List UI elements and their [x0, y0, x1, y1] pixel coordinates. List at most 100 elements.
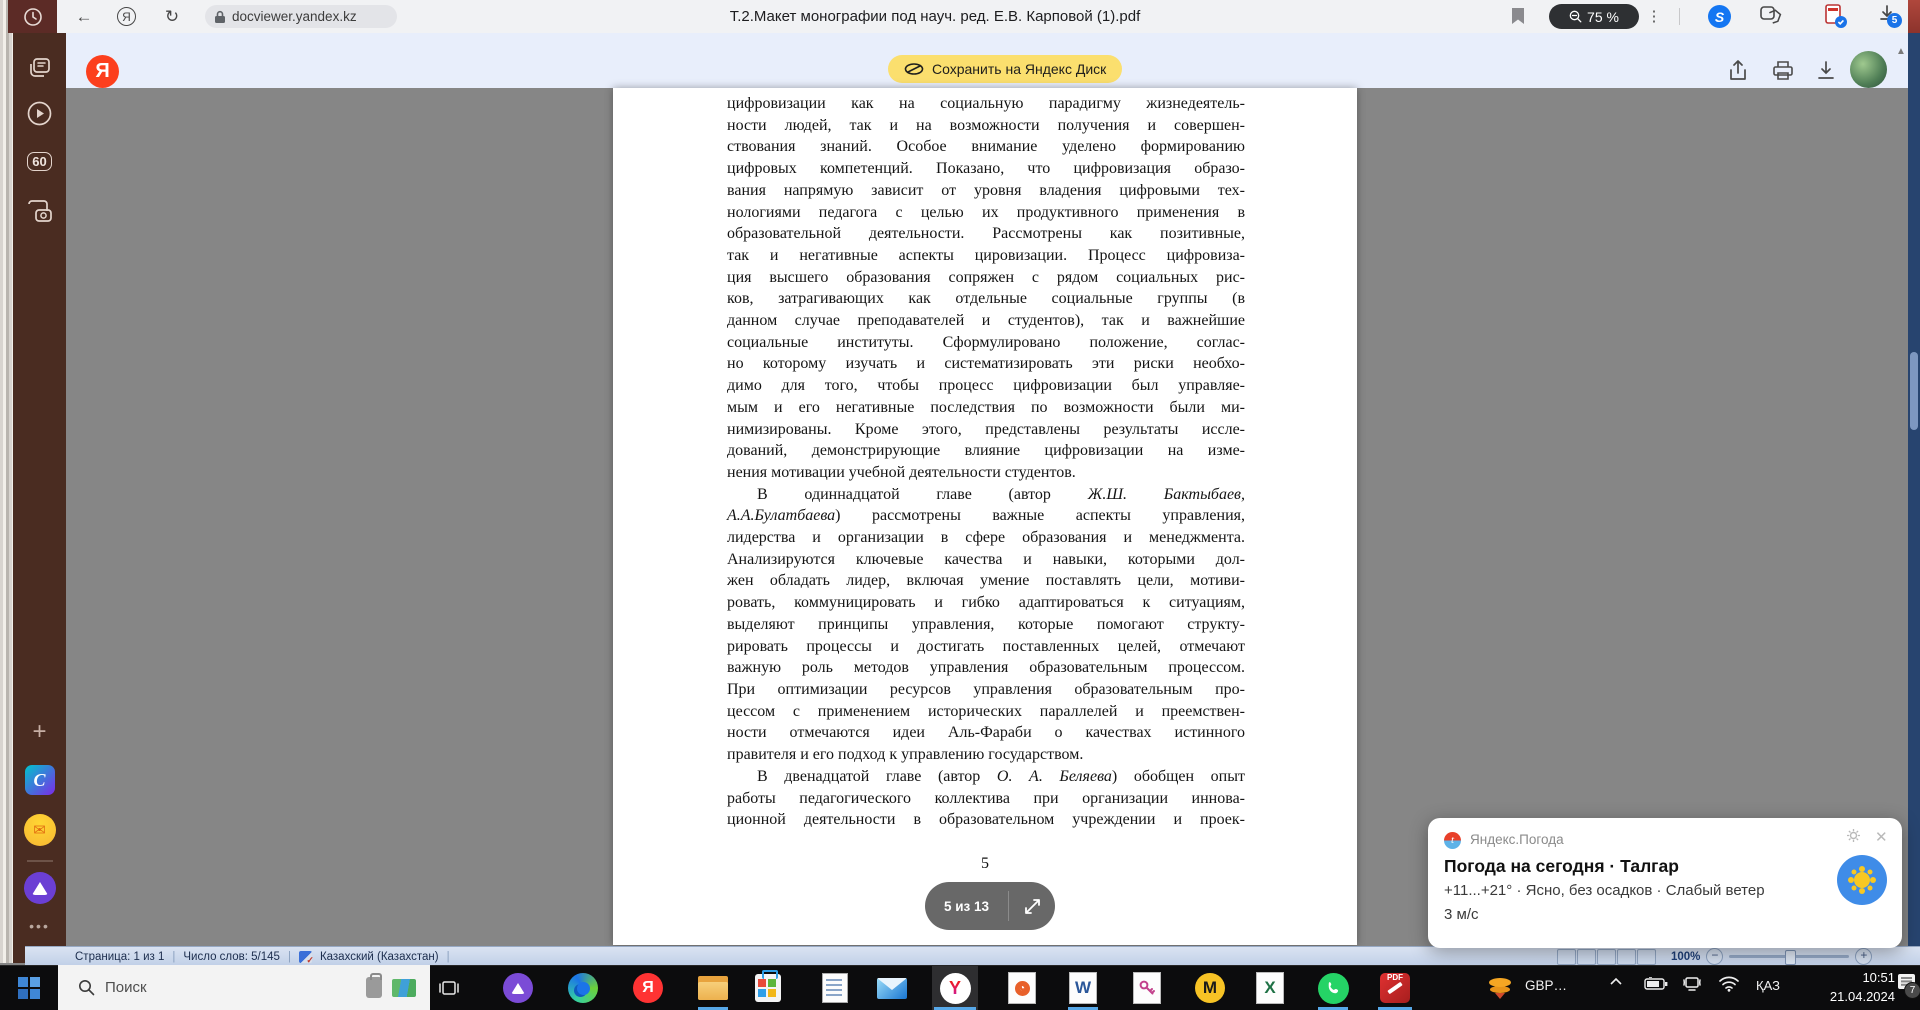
view-fullscreen-button[interactable]	[1577, 948, 1596, 965]
shazam-extension-icon[interactable]: S	[1708, 5, 1731, 28]
doc-line: так и негативные аспекты цировизации. Пр…	[727, 246, 1245, 264]
history-panel-button[interactable]	[8, 0, 57, 33]
doc-line: ционной деятельности в образовательном у…	[727, 811, 1245, 829]
scrollbar-thumb[interactable]	[1910, 352, 1918, 430]
wifi-icon[interactable]	[1718, 975, 1740, 997]
save-to-disk-button[interactable]: Сохранить на Яндекс Диск	[888, 55, 1123, 83]
bookmark-button[interactable]	[1512, 8, 1524, 24]
doc-line: ствования знаний. Особое внимание уделен…	[727, 138, 1245, 156]
lock-icon	[215, 10, 225, 23]
tabs-panel-icon[interactable]	[13, 55, 66, 81]
yandex-disk-icon	[904, 63, 924, 75]
doc-line: рировать процессы и достигать поставленн…	[727, 637, 1245, 655]
cast-screen-icon[interactable]	[1682, 975, 1702, 997]
windows-logo-icon	[18, 977, 40, 999]
url-text: docviewer.yandex.kz	[232, 9, 357, 24]
download-file-button[interactable]	[1816, 60, 1838, 82]
taskbar-yandex-search[interactable]: Я	[631, 971, 665, 1005]
taskbar-edge[interactable]	[566, 971, 600, 1005]
timer-60-icon[interactable]: 60	[13, 152, 66, 171]
tray-currency-label[interactable]: GBP…	[1525, 978, 1567, 993]
taskbar-mail[interactable]	[875, 971, 909, 1005]
word-word-count[interactable]: Число слов: 5/145	[183, 951, 280, 963]
taskbar-docviewer[interactable]	[818, 971, 852, 1005]
add-panel-icon[interactable]: +	[13, 718, 66, 746]
canva-shortcut[interactable]: C	[13, 765, 66, 795]
doc-line: дований, демонстрирующие влияние цифрови…	[727, 442, 1245, 460]
view-outline-button[interactable]	[1617, 948, 1636, 965]
zoom-slider-thumb[interactable]	[1785, 950, 1797, 965]
taskbar-moodle[interactable]: M	[1193, 971, 1227, 1005]
doc-line: ности людей, так и на возможности получе…	[727, 116, 1245, 134]
downloads-button[interactable]: 5	[1878, 4, 1902, 28]
tray-language[interactable]: ҚАЗ	[1756, 978, 1780, 993]
refresh-button[interactable]: ↻	[160, 0, 184, 33]
doc-line: Анализируются ключевые качества и навыки…	[727, 550, 1245, 568]
tray-expand-chevron[interactable]	[1608, 974, 1624, 995]
screenshot-icon[interactable]	[13, 198, 66, 224]
start-button[interactable]	[12, 971, 46, 1005]
edge-icon	[568, 973, 598, 1003]
doc-line: социальные институты. Сформулировано пол…	[727, 333, 1245, 351]
sidebar-more-button[interactable]: •••	[13, 918, 66, 934]
action-center-button[interactable]: 7	[1898, 974, 1920, 999]
play-media-icon[interactable]	[13, 100, 66, 127]
back-button[interactable]: ←	[72, 0, 96, 33]
print-button[interactable]	[1772, 60, 1794, 82]
weather-title: Погода на сегодня · Талгар	[1444, 856, 1679, 876]
taskbar-powerpoint[interactable]: ◔	[1005, 971, 1039, 1005]
window-behind-sliver	[0, 33, 13, 963]
zoom-slider[interactable]	[1729, 950, 1850, 965]
taskbar-pdf-editor[interactable]: PDF	[1378, 971, 1412, 1005]
word-language[interactable]: Казахский (Казахстан)	[320, 951, 439, 963]
task-view-button[interactable]	[432, 971, 466, 1005]
expand-icon	[1024, 898, 1040, 914]
doc-line: важную роль методов управления образоват…	[727, 659, 1245, 677]
taskbar-word[interactable]: W	[1066, 971, 1100, 1005]
weather-close-icon[interactable]: ✕	[1875, 828, 1888, 846]
tray-currency-app[interactable]	[1483, 971, 1517, 1005]
taskbar-search[interactable]: Поиск	[58, 965, 430, 1010]
search-placeholder: Поиск	[105, 979, 147, 996]
taskbar-explorer[interactable]	[696, 971, 730, 1005]
yandex-services-icon[interactable]: Я	[117, 7, 136, 26]
scrollbar-track[interactable]	[1908, 33, 1920, 963]
pager-pill: 5 из 13	[925, 882, 1055, 930]
weather-settings-icon[interactable]	[1846, 828, 1861, 847]
doc-line: образовательной деятельности. Рассмотрен…	[727, 225, 1245, 243]
tray-clock[interactable]: 10:51 21.04.2024	[1800, 968, 1895, 1006]
yandex-mail-shortcut[interactable]: ✉	[13, 814, 66, 846]
taskbar-access[interactable]	[1130, 971, 1164, 1005]
browser-menu-button[interactable]: ⋮	[1644, 0, 1664, 33]
collapse-chevron-icon[interactable]: ▲	[1896, 46, 1906, 57]
toolbar-divider	[1679, 8, 1680, 25]
spellcheck-icon[interactable]	[298, 950, 314, 966]
page-zoom-badge[interactable]: 75 %	[1549, 4, 1639, 29]
word-zoom-level[interactable]: 100%	[1671, 951, 1700, 963]
alice-app-icon	[503, 973, 533, 1003]
battery-icon[interactable]	[1644, 976, 1668, 995]
yandex-logo[interactable]: Я	[86, 55, 119, 88]
alice-shortcut[interactable]	[13, 872, 66, 904]
taskbar-yandex-browser[interactable]: Y	[938, 971, 972, 1005]
taskbar-excel[interactable]: X	[1253, 971, 1287, 1005]
zoom-out-button[interactable]: −	[1706, 948, 1724, 965]
zoom-in-button[interactable]: +	[1855, 948, 1873, 965]
user-avatar[interactable]	[1850, 51, 1887, 88]
address-bar[interactable]: docviewer.yandex.kz	[205, 5, 397, 28]
zoom-out-icon	[1569, 10, 1582, 23]
tab-groups-icon[interactable]	[1760, 6, 1782, 31]
fullscreen-button[interactable]	[1009, 898, 1055, 915]
word-page-count[interactable]: Страница: 1 из 1	[75, 951, 164, 963]
doc-line: ровать, коммуницировать и гибко адаптиро…	[727, 594, 1245, 612]
pdf-extension-icon[interactable]	[1823, 4, 1849, 34]
taskbar-alice[interactable]	[501, 971, 535, 1005]
share-button[interactable]	[1728, 60, 1750, 82]
view-print-layout-button[interactable]	[1557, 948, 1576, 965]
taskbar-store[interactable]	[751, 970, 785, 1005]
view-draft-button[interactable]	[1637, 948, 1656, 965]
view-web-layout-button[interactable]	[1597, 948, 1616, 965]
doc-line: мым и его негативные последствия по возм…	[727, 398, 1245, 416]
doc-line: лидерства и организации в сфере образова…	[727, 529, 1245, 547]
taskbar-whatsapp[interactable]	[1316, 971, 1350, 1005]
